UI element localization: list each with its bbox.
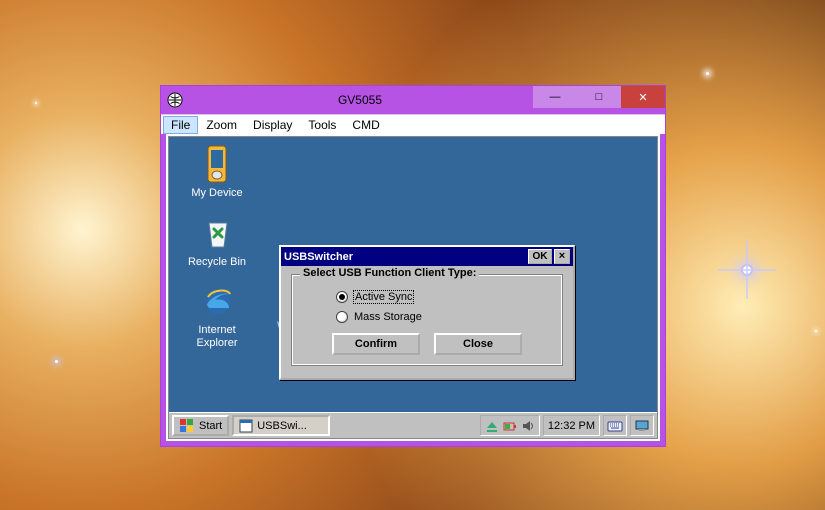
volume-icon xyxy=(521,419,535,433)
desktop-icon-label: Recycle Bin xyxy=(177,256,257,269)
app-icon xyxy=(167,92,183,108)
desktop-icon-ie[interactable]: Internet Explorer xyxy=(177,282,257,349)
battery-icon xyxy=(503,419,517,433)
windows-flag-icon xyxy=(179,418,195,434)
recycle-bin-icon xyxy=(201,214,233,254)
close-button[interactable]: ✕ xyxy=(621,86,665,108)
radio-mass-storage[interactable]: Mass Storage xyxy=(336,311,552,323)
dialog-title: USBSwitcher xyxy=(284,251,526,263)
sip-toggle[interactable] xyxy=(603,415,627,436)
host-window: GV5055 — □ ✕ File Zoom Display Tools CMD… xyxy=(160,85,666,447)
dialog-ok-button[interactable]: OK xyxy=(528,249,552,264)
bg-star xyxy=(743,266,751,274)
desktop-icon-recycle-bin[interactable]: Recycle Bin xyxy=(177,214,257,269)
taskbar-app-usbswitcher[interactable]: USBSwi... xyxy=(232,415,330,436)
start-label: Start xyxy=(199,420,222,432)
bg-star xyxy=(706,72,709,75)
usb-type-group: Select USB Function Client Type: Active … xyxy=(291,274,563,366)
keyboard-icon xyxy=(607,419,623,433)
maximize-button[interactable]: □ xyxy=(577,86,621,108)
tray-status-icons[interactable] xyxy=(480,415,540,436)
close-button[interactable]: Close xyxy=(434,333,522,355)
group-legend: Select USB Function Client Type: xyxy=(300,267,479,279)
radio-label: Mass Storage xyxy=(354,311,422,323)
confirm-button[interactable]: Confirm xyxy=(332,333,420,355)
ce-desktop[interactable]: My Device Recycle Bin Internet Explorer … xyxy=(168,136,658,439)
dialog-close-icon[interactable]: × xyxy=(554,249,570,264)
show-desktop[interactable] xyxy=(630,415,654,436)
dialog-titlebar[interactable]: USBSwitcher OK × xyxy=(281,247,573,266)
start-button[interactable]: Start xyxy=(172,415,229,436)
usb-eject-icon xyxy=(485,419,499,433)
host-titlebar[interactable]: GV5055 — □ ✕ xyxy=(161,86,665,114)
menu-file[interactable]: File xyxy=(163,116,198,134)
ie-icon xyxy=(201,282,233,322)
bg-star xyxy=(35,102,37,104)
app-window-icon xyxy=(239,419,253,433)
bg-star xyxy=(55,360,58,363)
radio-icon xyxy=(336,291,348,303)
taskbar-app-label: USBSwi... xyxy=(257,420,307,432)
desktop-icon-my-device[interactable]: My Device xyxy=(177,145,257,200)
desktop-icon xyxy=(634,419,650,433)
menu-bar: File Zoom Display Tools CMD xyxy=(161,114,665,134)
radio-icon xyxy=(336,311,348,323)
menu-display[interactable]: Display xyxy=(245,116,300,134)
system-tray[interactable]: 12:32 PM xyxy=(543,415,600,436)
menu-tools[interactable]: Tools xyxy=(300,116,344,134)
bg-star xyxy=(815,330,817,332)
menu-cmd[interactable]: CMD xyxy=(344,116,387,134)
remote-viewport: My Device Recycle Bin Internet Explorer … xyxy=(166,134,660,441)
minimize-button[interactable]: — xyxy=(533,86,577,108)
radio-label: Active Sync xyxy=(354,291,413,303)
radio-active-sync[interactable]: Active Sync xyxy=(336,291,552,303)
clock: 12:32 PM xyxy=(548,420,595,432)
desktop-icon-label: My Device xyxy=(177,187,257,200)
menu-zoom[interactable]: Zoom xyxy=(198,116,245,134)
ce-taskbar: Start USBSwi... 12:32 PM xyxy=(169,412,657,438)
usbswitcher-dialog: USBSwitcher OK × Select USB Function Cli… xyxy=(279,245,575,380)
my-device-icon xyxy=(201,145,233,185)
window-title: GV5055 xyxy=(187,93,533,107)
desktop-icon-label: Internet Explorer xyxy=(177,324,257,349)
